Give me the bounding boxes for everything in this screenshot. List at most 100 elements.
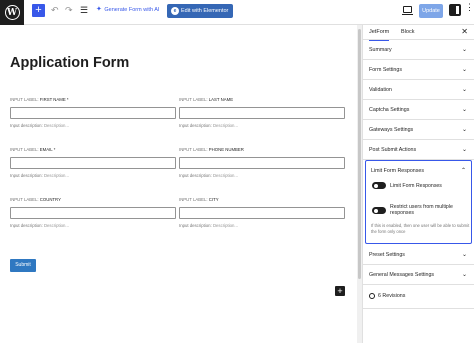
field-label: INPUT LABEL: CITY — [179, 197, 345, 203]
settings-sidebar-icon[interactable] — [449, 4, 461, 16]
label-value[interactable]: CITY — [209, 197, 219, 202]
desc-prefix: Input description: — [179, 173, 212, 178]
form-field-last-name[interactable]: INPUT LABEL: LAST NAME Input description… — [179, 97, 345, 129]
email-input[interactable] — [10, 157, 176, 169]
panel-captcha-settings[interactable]: Captcha Settings ⌄ — [363, 100, 474, 120]
limit-responses-toggle[interactable] — [372, 182, 386, 189]
form-field-first-name[interactable]: INPUT LABEL: FIRST NAME * Input descript… — [10, 97, 176, 129]
settings-sidebar: JetForm Block ✕ Summary ⌄ Form Settings … — [362, 25, 474, 343]
desc-value[interactable]: Description... — [44, 123, 69, 128]
panel-title: Form Settings — [369, 67, 402, 73]
panel-gateways-settings[interactable]: Gateways Settings ⌄ — [363, 120, 474, 140]
redo-icon[interactable]: ↷ — [65, 5, 73, 15]
add-block-button[interactable]: + — [32, 4, 45, 17]
label-prefix: INPUT LABEL: — [10, 97, 39, 102]
panel-title: Captcha Settings — [369, 107, 410, 113]
label-value[interactable]: PHONE NUMBER — [209, 147, 244, 152]
device-preview-icon[interactable] — [402, 6, 413, 15]
close-icon[interactable]: ✕ — [461, 27, 468, 37]
submit-button[interactable]: Submit — [10, 259, 36, 272]
desc-value[interactable]: Description... — [44, 173, 69, 178]
label-prefix: INPUT LABEL: — [179, 97, 208, 102]
field-description: Input description: Description... — [179, 173, 345, 179]
update-button[interactable]: Update — [419, 4, 443, 18]
panel-validation[interactable]: Validation ⌄ — [363, 80, 474, 100]
label-prefix: INPUT LABEL: — [10, 197, 39, 202]
panel-title: Validation — [369, 87, 392, 93]
panel-general-messages-settings[interactable]: General Messages Settings ⌄ — [363, 265, 474, 285]
field-label: INPUT LABEL: LAST NAME — [179, 97, 345, 103]
document-overview-icon[interactable]: ☰ — [80, 5, 88, 15]
desc-value[interactable]: Description... — [213, 223, 238, 228]
desc-prefix: Input description: — [10, 223, 43, 228]
wordpress-logo-mark: W — [4, 5, 20, 20]
panel-title: Preset Settings — [369, 252, 405, 258]
field-label: INPUT LABEL: FIRST NAME * — [10, 97, 176, 103]
chevron-down-icon: ⌄ — [461, 252, 467, 258]
chevron-down-icon: ⌄ — [461, 127, 467, 133]
edit-with-elementor-label: Edit with Elementor — [181, 8, 229, 14]
undo-icon[interactable]: ↶ — [51, 5, 59, 15]
phone-number-input[interactable] — [179, 157, 345, 169]
field-description: Input description: Description... — [10, 123, 176, 129]
field-description: Input description: Description... — [10, 223, 176, 229]
label-prefix: INPUT LABEL: — [179, 147, 208, 152]
panel-title: Limit Form Responses — [371, 168, 424, 174]
panel-post-submit-actions[interactable]: Post Submit Actions ⌄ — [363, 140, 474, 160]
label-value[interactable]: COUNTRY — [40, 197, 61, 202]
wordpress-logo-icon[interactable]: W — [0, 0, 24, 25]
label-value[interactable]: EMAIL * — [40, 147, 56, 152]
panel-title: Summary — [369, 47, 392, 53]
label-value[interactable]: FIRST NAME * — [40, 97, 69, 102]
scrollbar-thumb[interactable] — [358, 29, 361, 279]
desc-value[interactable]: Description... — [213, 123, 238, 128]
form-field-country[interactable]: INPUT LABEL: COUNTRY Input description: … — [10, 197, 176, 229]
first-name-input[interactable] — [10, 107, 176, 119]
field-description: Input description: Description... — [10, 173, 176, 179]
field-label: INPUT LABEL: EMAIL * — [10, 147, 176, 153]
sparkle-icon: ✦ — [96, 6, 102, 13]
editor-canvas: Application Form INPUT LABEL: FIRST NAME… — [0, 25, 357, 343]
chevron-down-icon: ⌄ — [461, 47, 467, 53]
panel-form-settings[interactable]: Form Settings ⌄ — [363, 60, 474, 80]
field-label: INPUT LABEL: COUNTRY — [10, 197, 176, 203]
restrict-users-label: Restrict users from multiple responses — [390, 204, 453, 216]
page-title[interactable]: Application Form — [10, 55, 129, 71]
desc-prefix: Input description: — [179, 123, 212, 128]
edit-with-elementor-button[interactable]: e Edit with Elementor — [167, 4, 233, 18]
more-options-icon[interactable]: ⋮ — [465, 2, 474, 12]
sidebar-tabs: JetForm Block ✕ — [363, 25, 474, 41]
desc-value[interactable]: Description... — [213, 173, 238, 178]
field-description: Input description: Description... — [179, 223, 345, 229]
chevron-down-icon: ⌄ — [461, 87, 467, 93]
country-input[interactable] — [10, 207, 176, 219]
limit-responses-label: Limit Form Responses — [390, 183, 442, 189]
label-prefix: INPUT LABEL: — [10, 147, 39, 152]
panel-limit-form-responses[interactable]: Limit Form Responses ⌃ Limit Form Respon… — [365, 160, 472, 244]
desc-prefix: Input description: — [179, 223, 212, 228]
panel-title: Post Submit Actions — [369, 147, 417, 153]
panel-preset-settings[interactable]: Preset Settings ⌄ — [363, 245, 474, 265]
revisions-link[interactable]: 6 Revisions — [363, 285, 474, 309]
desc-prefix: Input description: — [10, 123, 43, 128]
panel-summary[interactable]: Summary ⌄ — [363, 40, 474, 60]
restrict-users-toggle[interactable] — [372, 207, 386, 214]
editor-toolbar: W + ↶ ↷ ☰ ✦ Generate Form with AI e Edit… — [0, 0, 474, 25]
city-input[interactable] — [179, 207, 345, 219]
label-value[interactable]: LAST NAME — [209, 97, 233, 102]
block-inserter-icon[interactable]: + — [335, 286, 345, 296]
field-description: Input description: Description... — [179, 123, 345, 129]
form-field-city[interactable]: INPUT LABEL: CITY Input description: Des… — [179, 197, 345, 229]
generate-form-ai-button[interactable]: ✦ Generate Form with AI — [96, 6, 159, 14]
chevron-down-icon: ⌄ — [461, 107, 467, 113]
elementor-icon: e — [171, 7, 179, 15]
clock-icon — [369, 293, 375, 299]
desc-value[interactable]: Description... — [44, 223, 69, 228]
form-field-phone-number[interactable]: INPUT LABEL: PHONE NUMBER Input descript… — [179, 147, 345, 179]
last-name-input[interactable] — [179, 107, 345, 119]
form-field-email[interactable]: INPUT LABEL: EMAIL * Input description: … — [10, 147, 176, 179]
desc-prefix: Input description: — [10, 173, 43, 178]
help-text: If this is enabled, then one user will b… — [371, 223, 470, 234]
tab-block[interactable]: Block — [401, 29, 414, 36]
chevron-up-icon: ⌃ — [460, 168, 466, 174]
